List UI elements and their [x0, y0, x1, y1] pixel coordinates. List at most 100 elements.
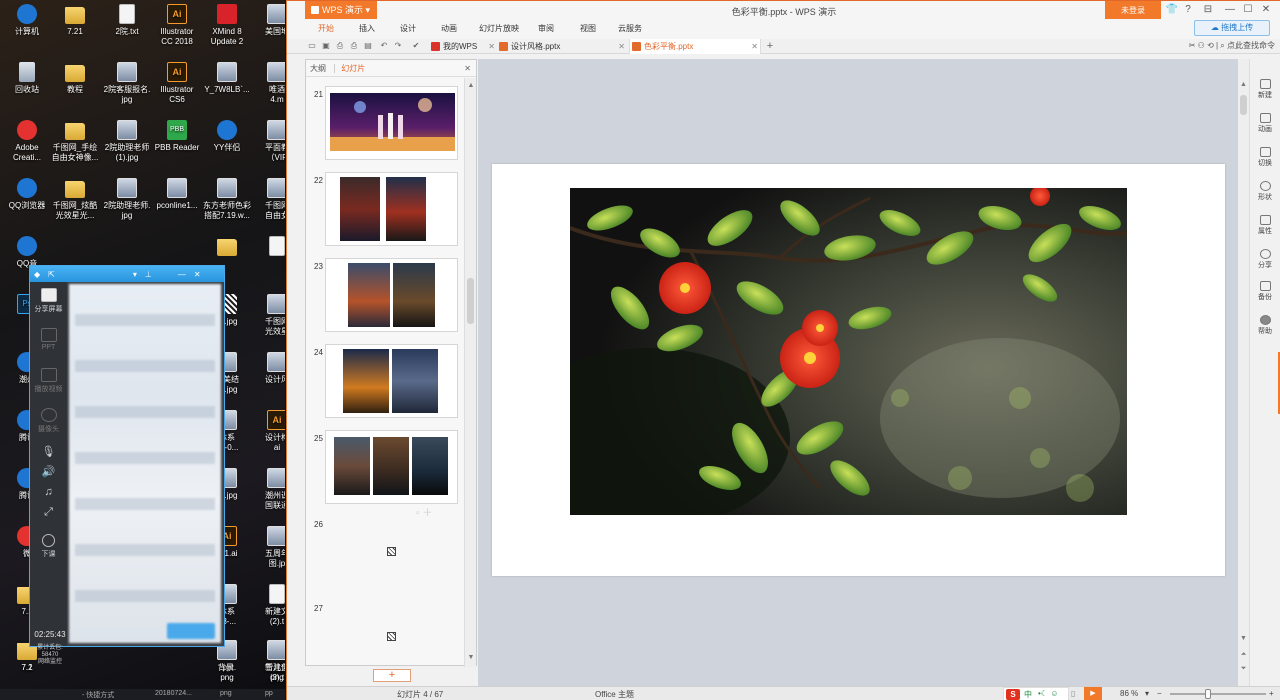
find-command-search[interactable]: ✂ ⚇ ⟲ | ⌕ 点此查找命令 — [1189, 40, 1275, 51]
next-slide-icon[interactable]: ⏷ — [1238, 665, 1249, 673]
share-screen-button[interactable]: 分享屏幕 — [30, 282, 67, 322]
print-icon[interactable]: ⎙ — [349, 41, 359, 51]
help-icon[interactable]: ? — [1181, 4, 1195, 16]
screen-share-panel[interactable]: ◆ ⇱ ▾ ⊥ — ✕ 分享屏幕 PPT 播放视频 摄像头 🎙 🔊 ♫ ⤢ 下课… — [29, 265, 225, 665]
menu-animation[interactable]: 动画 — [441, 23, 457, 34]
quick-access-dropdown-icon[interactable]: ✔ — [411, 41, 421, 51]
animation-button[interactable]: 动画 — [1250, 113, 1280, 134]
desktop-icon[interactable] — [200, 236, 254, 259]
desktop-icon[interactable]: 平面教 （VIP — [250, 120, 285, 163]
backup-button[interactable]: 备份 — [1250, 281, 1280, 302]
dropdown-icon[interactable]: ▾ — [133, 270, 137, 279]
desktop-icon[interactable]: 千图网 自由女 — [250, 178, 285, 221]
flower-branch-photo[interactable] — [570, 188, 1127, 515]
desktop-icon[interactable]: 教程 — [48, 62, 102, 95]
thumbnail-scrollbar[interactable]: ▲ ▼ — [464, 78, 476, 667]
play-video-button[interactable]: 播放视频 — [30, 362, 67, 402]
new-tab-icon[interactable]: + — [765, 41, 775, 52]
scroll-up-icon[interactable]: ▲ — [1238, 81, 1249, 88]
menu-review[interactable]: 审阅 — [538, 23, 554, 34]
menu-home[interactable]: 开始 — [318, 23, 334, 34]
desktop-icon[interactable]: Y_7W8LB`... — [200, 62, 254, 95]
maximize-icon[interactable]: ☐ — [1241, 4, 1255, 16]
scroll-down-icon[interactable]: ▼ — [1238, 635, 1249, 642]
redo-icon[interactable]: ↷ — [393, 41, 403, 51]
end-class-button[interactable]: 下课 — [30, 528, 67, 568]
slide-thumbnail[interactable] — [325, 172, 458, 246]
zoom-slider[interactable] — [1170, 689, 1266, 699]
speaker-icon[interactable]: 🔊 — [30, 462, 67, 482]
desktop-icon[interactable]: 千图网_手绘 自由女神像... — [48, 120, 102, 163]
desktop-icon[interactable]: 2院助理老师. jpg — [100, 178, 154, 221]
share-panel-titlebar[interactable]: ◆ ⇱ ▾ ⊥ — ✕ — [30, 266, 224, 282]
desktop-icon[interactable]: 五周年 图.jp — [250, 526, 285, 569]
desktop-icon[interactable]: Ai 设计构 ai — [250, 410, 285, 453]
desktop-icon[interactable]: 2院客服报名. jpg — [100, 62, 154, 105]
open-folder-icon[interactable]: ▭ — [307, 41, 317, 51]
slide-editing-area[interactable] — [478, 59, 1238, 686]
input-method-bar[interactable]: S 中 •☾ ☺ — [1003, 687, 1069, 700]
camera-button[interactable]: 摄像头 — [30, 402, 67, 442]
desktop-icon[interactable]: 千图网_炫酷 光效星光... — [48, 178, 102, 221]
slide-scrollbar[interactable]: ▲ ▼ ⏶ ⏷ — [1238, 59, 1249, 686]
tab-design-style[interactable]: 设计风格.pptx ✕ — [497, 39, 627, 54]
desktop-icon[interactable]: 东方老师色彩 搭配7.19.w... — [200, 178, 254, 221]
close-tab-icon[interactable]: ✕ — [618, 39, 625, 54]
scroll-down-icon[interactable]: ▼ — [465, 654, 477, 661]
zoom-dropdown-icon[interactable]: ▾ — [1145, 689, 1149, 698]
desktop-icon[interactable]: QQ浏览器 — [0, 178, 54, 211]
desktop-icon[interactable]: Ai Illustrator CS6 — [150, 62, 204, 105]
title-bar[interactable]: WPS 演示 ▾ 色彩平衡.pptx - WPS 演示 未登录 👕 ? ⊟ — … — [287, 0, 1280, 20]
desktop-icon[interactable]: 唯酒 4.m — [250, 62, 285, 105]
desktop-icon[interactable]: XMind 8 Update 2 — [200, 4, 254, 47]
pin-icon[interactable]: ⊥ — [145, 270, 152, 279]
thumbnail-action-icons[interactable]: ▫ ＋ — [416, 504, 432, 519]
menu-design[interactable]: 设计 — [400, 23, 416, 34]
desktop-icon[interactable]: 7.21 — [48, 4, 102, 37]
share-popout-icon[interactable]: ⇱ — [48, 270, 55, 279]
menu-slideshow[interactable]: 幻灯片放映 — [479, 23, 519, 34]
minimize-icon[interactable]: — — [178, 270, 186, 279]
slide-thumbnail[interactable] — [325, 344, 458, 418]
share-button[interactable]: 分享 — [1250, 249, 1280, 270]
tab-my-wps[interactable]: 我的WPS ✕ — [429, 39, 497, 54]
scroll-up-icon[interactable]: ▲ — [465, 82, 477, 89]
desktop-icon[interactable]: 新建文 (2).t — [250, 584, 285, 627]
slide-thumbnail[interactable] — [325, 430, 458, 504]
close-tab-icon[interactable]: ✕ — [488, 39, 495, 54]
scrollbar-thumb[interactable] — [1240, 95, 1247, 115]
export-pdf-icon[interactable]: ⎙ — [335, 41, 345, 51]
previous-slide-icon[interactable]: ⏶ — [1238, 651, 1249, 659]
view-mode-icons[interactable]: ▯ — [1071, 689, 1075, 698]
preview-icon[interactable]: ▤ — [363, 41, 373, 51]
menu-cloud[interactable]: 云服务 — [618, 23, 642, 34]
slide-thumbnail[interactable] — [325, 86, 458, 160]
minimize-icon[interactable]: — — [1223, 4, 1237, 16]
close-icon[interactable]: ✕ — [1259, 4, 1273, 16]
desktop-icon[interactable]: YY伴侣 — [200, 120, 254, 153]
ime-tool-icons[interactable]: •☾ ☺ — [1038, 689, 1058, 698]
microphone-icon[interactable]: 🎙 — [30, 442, 67, 462]
ppt-button[interactable]: PPT — [30, 322, 67, 362]
desktop-icon[interactable]: 潮州课 国联通 — [250, 468, 285, 511]
taskbar-item[interactable]: 20180724... — [155, 690, 192, 697]
taskbar-item[interactable]: png — [220, 690, 232, 697]
ime-mode[interactable]: 中 — [1024, 689, 1032, 700]
desktop-icon[interactable] — [250, 236, 285, 259]
desktop-icon[interactable]: 2院助理老师 (1).jpg — [100, 120, 154, 163]
play-slideshow-button[interactable]: ▶ — [1084, 687, 1102, 700]
desktop-icon[interactable]: Ai Illustrator CC 2018 — [150, 4, 204, 47]
zoom-in-icon[interactable]: + — [1269, 689, 1274, 698]
skin-icon[interactable]: 👕 — [1165, 4, 1179, 16]
scrollbar-thumb[interactable] — [467, 278, 474, 324]
zoom-value[interactable]: 86 % — [1120, 689, 1138, 698]
new-button[interactable]: 新建 — [1250, 79, 1280, 100]
help-button[interactable]: 帮助 — [1250, 315, 1280, 336]
slide-thumbnail[interactable] — [325, 258, 458, 332]
zoom-slider-knob[interactable] — [1205, 689, 1211, 699]
tab-color-balance[interactable]: 色彩平衡.pptx ✕ — [629, 39, 761, 54]
zoom-out-icon[interactable]: − — [1157, 689, 1162, 698]
transition-button[interactable]: 切换 — [1250, 147, 1280, 168]
desktop-icon[interactable]: 2院.txt — [100, 4, 154, 37]
outline-tab[interactable]: 大纲 — [310, 64, 326, 73]
